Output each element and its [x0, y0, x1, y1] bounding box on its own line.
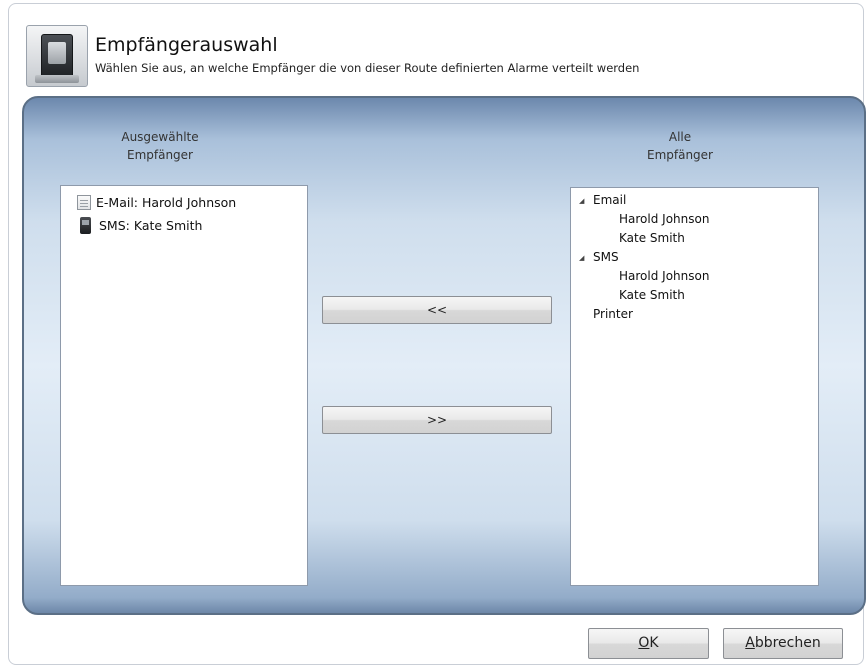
tree-leaf-sms-kate-smith[interactable]: Kate Smith	[619, 286, 685, 304]
add-recipient-button[interactable]: <<	[322, 296, 552, 324]
recipient-selection-icon	[26, 25, 88, 87]
tree-leaf-sms-harold-johnson[interactable]: Harold Johnson	[619, 267, 709, 285]
cancel-button[interactable]: Abbrechen	[723, 628, 843, 659]
tree-node-printer[interactable]: Printer	[593, 305, 633, 323]
expanded-triangle-icon[interactable]: ◢	[579, 192, 593, 210]
selected-recipients-list[interactable]: E-Mail: Harold Johnson SMS: Kate Smith	[60, 185, 308, 586]
all-recipients-tree[interactable]: ◢ Email Harold Johnson Kate Smith ◢ SMS Ha…	[570, 187, 819, 586]
list-item-sms-kate-smith[interactable]: SMS: Kate Smith	[77, 216, 202, 234]
dialog-title: Empfängerauswahl	[95, 34, 278, 56]
ok-button[interactable]: OK	[588, 628, 709, 659]
email-icon	[77, 194, 91, 210]
selected-recipients-header: Ausgewählte Empfänger	[121, 130, 199, 162]
expanded-triangle-icon[interactable]: ◢	[579, 249, 593, 267]
tree-leaf-email-harold-johnson[interactable]: Harold Johnson	[619, 210, 709, 228]
dialog-subtitle: Wählen Sie aus, an welche Empfänger die …	[95, 61, 640, 75]
list-item-email-harold-johnson[interactable]: E-Mail: Harold Johnson	[77, 193, 236, 211]
all-recipients-header: Alle Empfänger	[646, 130, 713, 162]
remove-recipient-button[interactable]: >>	[322, 406, 552, 434]
phone-icon	[80, 216, 91, 234]
tree-node-sms[interactable]: ◢ SMS	[579, 248, 619, 266]
tree-leaf-email-kate-smith[interactable]: Kate Smith	[619, 229, 685, 247]
tree-node-email[interactable]: ◢ Email	[579, 191, 626, 209]
